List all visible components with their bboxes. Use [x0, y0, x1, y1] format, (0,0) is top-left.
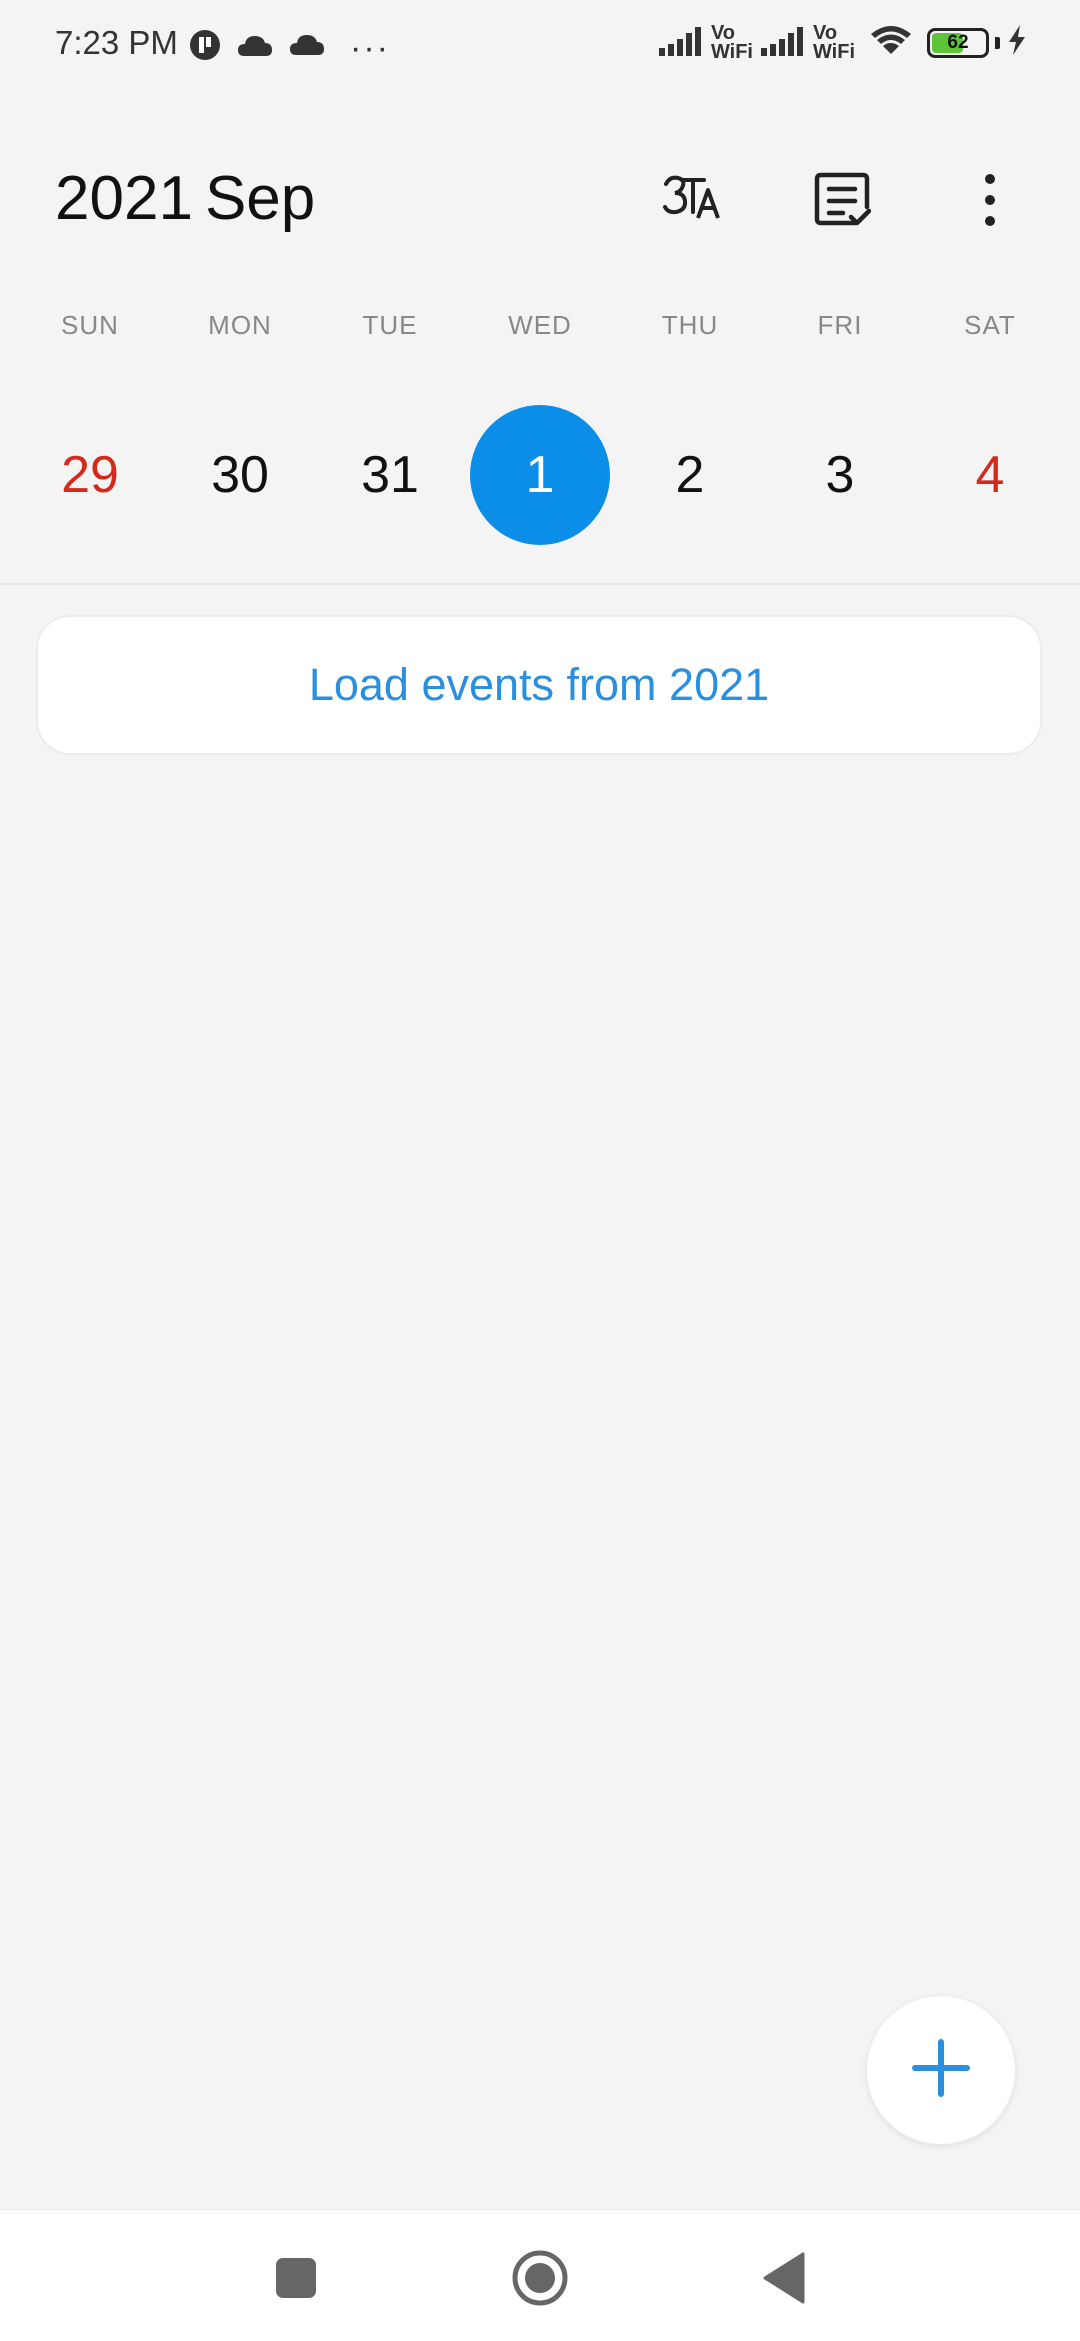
signal-icon [657, 22, 705, 63]
page-title[interactable]: 2021 Sep [55, 163, 315, 234]
date-number: 29 [61, 446, 119, 504]
battery-level: 62 [947, 31, 969, 53]
more-vertical-icon[interactable] [950, 160, 1030, 240]
date-number: 1 [470, 405, 610, 545]
date-number: 30 [211, 446, 269, 504]
title-month: Sep [204, 164, 316, 233]
date-number: 4 [975, 446, 1005, 504]
status-left-icons: ··· [188, 28, 390, 67]
date-cell-selected[interactable]: 1 [465, 405, 615, 545]
load-events-button[interactable]: Load events from 2021 [36, 615, 1042, 755]
charging-bolt-icon [1006, 24, 1028, 61]
system-nav-bar [0, 2209, 1080, 2341]
date-number: 3 [825, 446, 855, 504]
add-event-button[interactable] [866, 1995, 1016, 2145]
date-cell[interactable]: 2 [615, 405, 765, 545]
date-cell[interactable]: 30 [165, 405, 315, 545]
signal-icon [759, 22, 807, 63]
week-date-row: 29 30 31 1 2 3 4 [0, 405, 1080, 545]
vowifi-label: Vo WiFi [812, 21, 855, 63]
plus-icon [911, 2038, 971, 2103]
weekday-label: SUN [61, 310, 119, 340]
status-right-icons: Vo WiFi Vo WiFi 62 [657, 22, 1028, 63]
recents-square-icon[interactable] [266, 2248, 326, 2308]
divider [0, 583, 1080, 585]
weekday-label: THU [661, 310, 719, 340]
date-cell[interactable]: 31 [315, 405, 465, 545]
weekday-row: SUN MON TUE WED THU FRI SAT [0, 310, 1080, 341]
battery-cap [995, 36, 1000, 49]
status-bar: 7:23 PM ··· Vo WiFi Vo WiFi 62 [0, 0, 1080, 95]
weekday-label: TUE [362, 310, 418, 340]
cloud-icon [288, 31, 326, 64]
status-time: 7:23 PM [55, 24, 178, 61]
date-cell[interactable]: 3 [765, 405, 915, 545]
weekday-label: SAT [964, 310, 1016, 340]
date-number: 31 [361, 446, 419, 504]
weekday-label: WED [508, 310, 572, 340]
date-cell[interactable]: 4 [915, 405, 1065, 545]
date-cell[interactable]: 29 [15, 405, 165, 545]
battery-icon: 62 [927, 27, 989, 58]
cloud-icon [236, 30, 274, 65]
weekday-label: FRI [817, 310, 863, 340]
vowifi-label: Vo WiFi [710, 21, 753, 63]
more-dots-icon: ··· [350, 28, 390, 67]
task-list-icon[interactable] [802, 160, 882, 240]
title-year: 2021 [55, 164, 193, 233]
wifi-icon [869, 23, 913, 62]
back-triangle-icon[interactable] [754, 2248, 814, 2308]
weekday-label: MON [208, 310, 272, 340]
transliteration-icon[interactable] [652, 160, 732, 240]
date-number: 2 [675, 446, 705, 504]
home-circle-icon[interactable] [510, 2248, 570, 2308]
app-icon [188, 28, 222, 67]
